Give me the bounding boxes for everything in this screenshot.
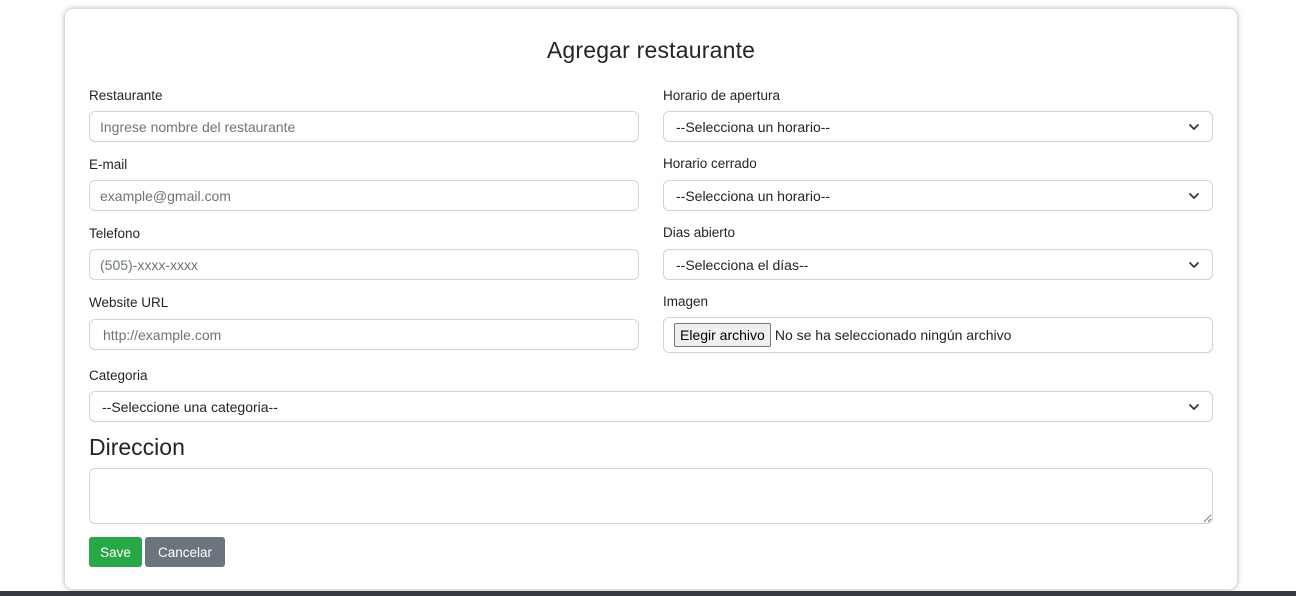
chevron-down-icon: [1189, 192, 1199, 199]
categoria-select[interactable]: --Seleccione una categoria--: [89, 391, 1213, 422]
cancel-button[interactable]: Cancelar: [145, 537, 225, 567]
restaurante-input[interactable]: [89, 111, 639, 142]
email-input[interactable]: [89, 180, 639, 211]
horario-apertura-label: Horario de apertura: [663, 88, 781, 103]
horario-cerrado-selected: --Selecciona un horario--: [676, 187, 831, 204]
telefono-input[interactable]: [89, 249, 639, 280]
footer-bar: [0, 591, 1296, 596]
horario-apertura-selected: --Selecciona un horario--: [676, 118, 831, 135]
dias-abierto-label: Dias abierto: [663, 225, 736, 240]
chevron-down-icon: [1189, 261, 1199, 268]
direccion-textarea[interactable]: [89, 468, 1213, 524]
direccion-heading: Direccion: [89, 434, 185, 460]
dias-abierto-select[interactable]: --Selecciona el días--: [663, 249, 1213, 280]
page-title: Agregar restaurante: [546, 37, 756, 63]
chevron-down-icon: [1189, 403, 1199, 410]
imagen-label: Imagen: [663, 294, 709, 309]
choose-file-button[interactable]: Elegir archivo: [674, 323, 771, 347]
website-label: Website URL: [89, 295, 169, 310]
email-label: E-mail: [89, 157, 128, 172]
horario-cerrado-select[interactable]: --Selecciona un horario--: [663, 180, 1213, 211]
dias-abierto-selected: --Selecciona el días--: [676, 256, 809, 273]
horario-cerrado-label: Horario cerrado: [663, 156, 757, 171]
categoria-selected: --Seleccione una categoria--: [102, 398, 278, 415]
save-button[interactable]: Save: [89, 537, 142, 567]
add-restaurant-card: Agregar restaurante Restaurante E-mail T…: [65, 9, 1237, 589]
categoria-label: Categoria: [89, 368, 148, 383]
imagen-file-input[interactable]: Elegir archivo No se ha seleccionado nin…: [663, 317, 1213, 353]
file-status-text: No se ha seleccionado ningún archivo: [774, 327, 1012, 343]
chevron-down-icon: [1189, 123, 1199, 130]
website-input[interactable]: [89, 319, 639, 350]
restaurante-label: Restaurante: [89, 88, 163, 103]
telefono-label: Telefono: [89, 226, 141, 241]
horario-apertura-select[interactable]: --Selecciona un horario--: [663, 111, 1213, 142]
